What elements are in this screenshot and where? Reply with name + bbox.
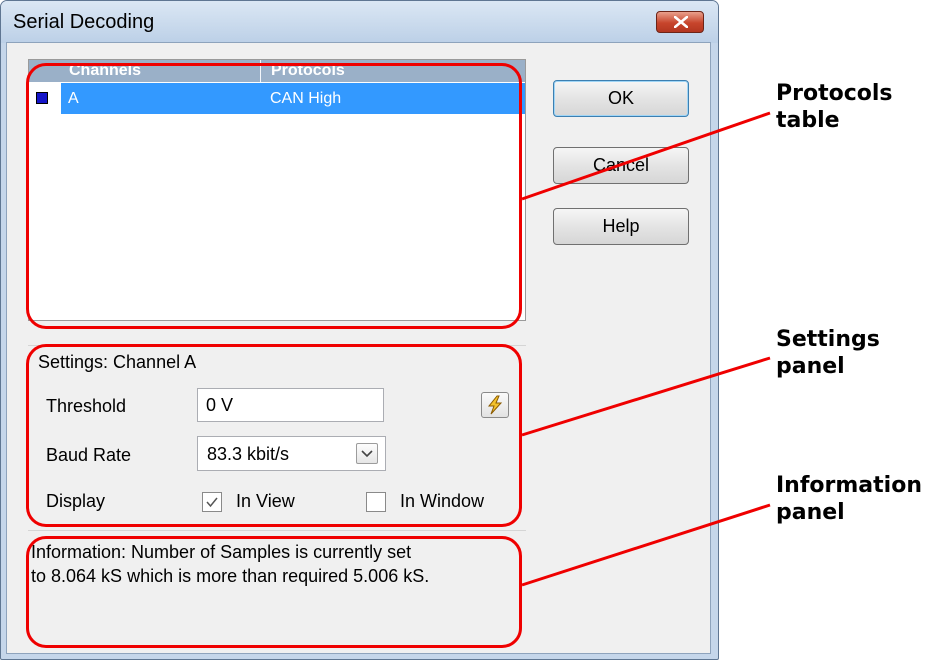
annotation-line: Information	[776, 473, 922, 498]
annotation-line: Protocols	[776, 81, 893, 106]
settings-panel-annotation: Settings panel	[776, 326, 880, 380]
annotation-line: panel	[776, 500, 845, 525]
protocols-table-annotation: Protocols table	[776, 80, 893, 134]
settings-pointer	[521, 356, 771, 437]
annotation-line: table	[776, 108, 840, 133]
information-panel-annotation: Information panel	[776, 472, 922, 526]
protocols-pointer	[521, 111, 771, 201]
information-pointer	[521, 503, 771, 587]
annotation-line: panel	[776, 354, 845, 379]
annotation-line: Settings	[776, 327, 880, 352]
